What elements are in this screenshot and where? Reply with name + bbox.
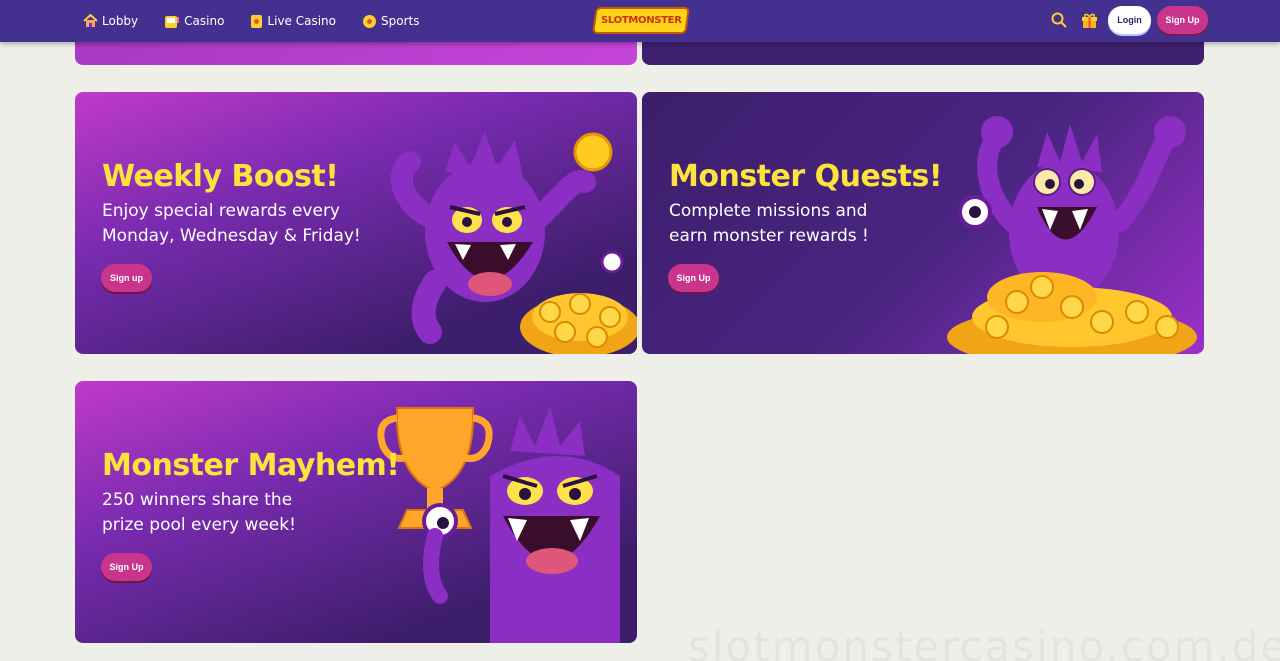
- nav-item-live-casino[interactable]: Live Casino: [250, 14, 336, 29]
- promo-title: Monster Quests!: [669, 159, 943, 194]
- nav-label-sports: Sports: [381, 14, 420, 28]
- promo-card-monster-quests: Monster Quests! Complete missions and ea…: [642, 92, 1204, 354]
- main-nav: Lobby Casino Live Casino Sports: [83, 0, 445, 42]
- nav-label-casino: Casino: [184, 14, 225, 28]
- promo-card-monster-mayhem: Monster Mayhem! 250 winners share the pr…: [75, 381, 637, 643]
- promo-signup-button[interactable]: Sign up: [101, 264, 152, 292]
- promo-card-weekly-boost: Weekly Boost! Enjoy special rewards ever…: [75, 92, 637, 354]
- promo-description: Complete missions and earn monster rewar…: [669, 199, 939, 249]
- nav-label-live-casino: Live Casino: [267, 14, 337, 28]
- signup-button-header[interactable]: Sign Up: [1157, 6, 1208, 34]
- promo-signup-button[interactable]: Sign Up: [668, 264, 719, 292]
- promo-line-1: Complete missions and: [669, 201, 868, 221]
- header-actions: Login Sign Up: [1048, 6, 1208, 34]
- promo-line-1: Enjoy special rewards every: [102, 201, 340, 221]
- promo-line-2: Monday, Wednesday & Friday!: [102, 226, 361, 246]
- search-button[interactable]: [1048, 9, 1070, 31]
- promo-signup-button[interactable]: Sign Up: [101, 553, 152, 581]
- promo-description: Enjoy special rewards every Monday, Wedn…: [102, 199, 372, 249]
- nav-item-casino[interactable]: Casino: [164, 14, 224, 29]
- promo-line-2: earn monster rewards !: [669, 226, 869, 246]
- nav-label-lobby: Lobby: [102, 14, 139, 28]
- promo-title: Monster Mayhem!: [102, 448, 400, 483]
- promo-title: Weekly Boost!: [102, 159, 339, 194]
- card-icon: [251, 14, 263, 28]
- slot-machine-icon: [165, 15, 180, 28]
- monster-gold-pile-illustration: [947, 116, 1197, 354]
- promo-line-1: 250 winners share the: [102, 490, 293, 510]
- logo-text: SLOTMONSTER: [600, 15, 682, 26]
- gift-button[interactable]: [1078, 9, 1100, 31]
- nav-item-sports[interactable]: Sports: [362, 14, 419, 29]
- gift-icon: [1081, 13, 1097, 28]
- promo-description: 250 winners share the prize pool every w…: [102, 488, 372, 538]
- site-logo[interactable]: SLOTMONSTER: [592, 7, 690, 34]
- nav-item-lobby[interactable]: Lobby: [83, 14, 138, 28]
- promo-line-2: prize pool every week!: [102, 515, 296, 535]
- home-icon: [83, 14, 98, 27]
- watermark-text: slotmonstercasino.com.de: [688, 622, 1280, 661]
- top-navigation-bar: Lobby Casino Live Casino Sports SLOTMONS…: [0, 0, 1280, 42]
- search-icon: [1051, 12, 1067, 28]
- login-button[interactable]: Login: [1108, 6, 1151, 34]
- ball-icon: [363, 14, 377, 28]
- monster-trophy-illustration: [377, 406, 620, 643]
- monster-coins-illustration: [390, 132, 637, 354]
